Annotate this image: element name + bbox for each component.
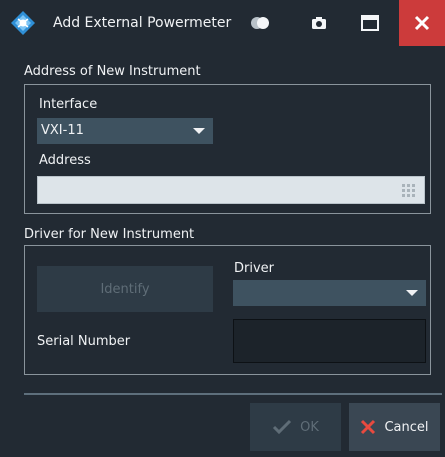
app-logo-icon [11, 11, 35, 35]
driver-group-label: Driver for New Instrument [24, 227, 195, 242]
cancel-button[interactable]: Cancel [349, 403, 440, 451]
keypad-icon[interactable] [402, 184, 418, 198]
driver-select[interactable] [233, 280, 426, 306]
address-group-label: Address of New Instrument [24, 64, 201, 79]
address-input[interactable] [37, 176, 425, 204]
maximize-icon[interactable] [357, 10, 383, 36]
chevron-down-icon [406, 290, 418, 296]
camera-icon[interactable] [306, 10, 332, 36]
serial-number-field [233, 319, 426, 363]
serial-number-label: Serial Number [37, 334, 131, 349]
close-button[interactable] [399, 0, 445, 46]
chevron-down-icon [193, 128, 205, 134]
interface-select[interactable]: VXI-11 [37, 118, 213, 144]
cross-icon [361, 419, 376, 435]
footer-separator [24, 393, 442, 395]
ok-button[interactable]: OK [250, 403, 341, 451]
identify-button[interactable]: Identify [37, 266, 213, 312]
cancel-label: Cancel [384, 419, 429, 435]
address-label: Address [39, 153, 91, 168]
interface-label: Interface [39, 97, 98, 112]
ok-label: OK [300, 419, 319, 435]
window-title: Add External Powermeter [53, 15, 232, 31]
checkmark-icon [273, 419, 292, 435]
toggle-icon[interactable] [247, 10, 273, 36]
title-bar: Add External Powermeter [0, 0, 445, 46]
close-icon [414, 15, 430, 31]
driver-label: Driver [234, 261, 275, 276]
interface-value: VXI-11 [41, 123, 84, 138]
